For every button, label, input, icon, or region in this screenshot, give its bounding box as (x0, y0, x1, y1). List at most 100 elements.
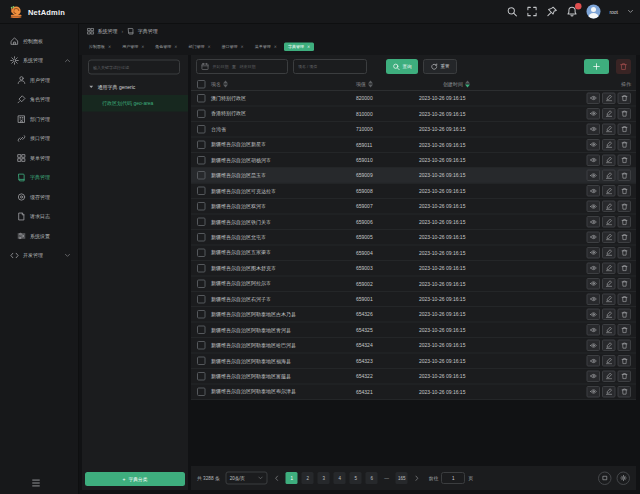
table-settings-button[interactable] (617, 471, 631, 485)
edit-button[interactable] (602, 293, 616, 305)
delete-button[interactable] (618, 154, 632, 166)
caret-down-icon[interactable] (88, 84, 95, 91)
row-checkbox[interactable] (197, 218, 206, 227)
view-button[interactable] (587, 386, 601, 398)
add-dict-category-button[interactable]: +字典分类 (85, 472, 185, 486)
sidebar-item-接口管理[interactable]: 接口管理 (0, 129, 78, 149)
page-ellipsis[interactable]: — (382, 475, 392, 481)
edit-button[interactable] (602, 355, 616, 367)
edit-button[interactable] (602, 108, 616, 120)
row-checkbox[interactable] (197, 202, 206, 211)
tab-菜单管理[interactable]: 菜单管理✕ (251, 42, 281, 51)
row-checkbox[interactable] (197, 156, 206, 165)
row-checkbox[interactable] (197, 187, 206, 196)
name-value-input[interactable] (293, 59, 367, 74)
add-row-button[interactable] (584, 59, 609, 74)
chevron-down-icon[interactable] (627, 8, 634, 15)
tree-node[interactable]: 通用字典 generic (82, 79, 188, 96)
search-icon[interactable] (506, 6, 517, 17)
row-checkbox[interactable] (197, 279, 206, 288)
edit-button[interactable] (602, 324, 616, 336)
breadcrumb-item[interactable]: 系统管理 (87, 27, 118, 35)
edit-button[interactable] (602, 139, 616, 151)
username[interactable]: root (609, 9, 618, 15)
tree-node[interactable]: 行政区划代码 geo-area (82, 95, 188, 112)
page-button-165[interactable]: 165 (396, 472, 408, 484)
edit-button[interactable] (602, 247, 616, 259)
delete-button[interactable] (618, 324, 632, 336)
view-button[interactable] (587, 139, 601, 151)
tab-字典管理[interactable]: 字典管理✕ (284, 42, 314, 51)
view-button[interactable] (587, 92, 601, 104)
view-button[interactable] (587, 324, 601, 336)
view-button[interactable] (587, 293, 601, 305)
bell-icon[interactable] (566, 6, 577, 17)
delete-button[interactable] (618, 231, 632, 243)
delete-button[interactable] (618, 123, 632, 135)
delete-button[interactable] (618, 108, 632, 120)
edit-button[interactable] (602, 185, 616, 197)
col-header-value[interactable]: 项值 (356, 81, 419, 88)
sidebar-item-控制面板[interactable]: 控制面板 (0, 31, 78, 51)
view-button[interactable] (587, 309, 601, 321)
edit-button[interactable] (602, 278, 616, 290)
sidebar-item-部门管理[interactable]: 部门管理 (0, 109, 78, 129)
close-icon[interactable]: ✕ (207, 44, 210, 49)
page-button-4[interactable]: 4 (334, 472, 346, 484)
sidebar-item-用户管理[interactable]: 用户管理 (0, 70, 78, 90)
tab-接口管理[interactable]: 接口管理✕ (218, 42, 248, 51)
view-button[interactable] (587, 170, 601, 182)
row-checkbox[interactable] (197, 295, 206, 304)
row-checkbox[interactable] (197, 140, 206, 149)
sort-icon[interactable] (223, 81, 228, 88)
delete-button[interactable] (618, 355, 632, 367)
close-icon[interactable]: ✕ (307, 44, 310, 49)
edit-button[interactable] (602, 201, 616, 213)
fullscreen-icon[interactable] (526, 6, 537, 17)
close-icon[interactable]: ✕ (274, 44, 277, 49)
row-checkbox[interactable] (197, 372, 206, 381)
delete-button[interactable] (618, 340, 632, 352)
delete-button[interactable] (618, 370, 632, 382)
tree-filter-input[interactable] (88, 60, 180, 75)
delete-button[interactable] (618, 278, 632, 290)
view-button[interactable] (587, 370, 601, 382)
sidebar-item-缓存管理[interactable]: 缓存管理 (0, 187, 78, 207)
row-checkbox[interactable] (197, 171, 206, 180)
tab-用户管理[interactable]: 用户管理✕ (118, 42, 148, 51)
view-button[interactable] (587, 216, 601, 228)
delete-button[interactable] (618, 386, 632, 398)
row-checkbox[interactable] (197, 326, 206, 335)
page-button-3[interactable]: 3 (318, 472, 330, 484)
delete-button[interactable] (618, 170, 632, 182)
close-icon[interactable]: ✕ (174, 44, 177, 49)
view-button[interactable] (587, 262, 601, 274)
view-button[interactable] (587, 355, 601, 367)
view-button[interactable] (587, 247, 601, 259)
date-range-picker[interactable]: 开始日期 至 结束日期 (196, 59, 288, 74)
row-checkbox[interactable] (197, 248, 206, 257)
avatar[interactable] (586, 5, 600, 19)
close-icon[interactable]: ✕ (108, 44, 111, 49)
select-all-checkbox[interactable] (191, 80, 211, 89)
tab-角色管理[interactable]: 角色管理✕ (151, 42, 181, 51)
delete-button[interactable] (618, 216, 632, 228)
delete-button[interactable] (618, 139, 632, 151)
goto-page-input[interactable] (441, 472, 465, 484)
delete-rows-button[interactable] (616, 59, 631, 74)
row-checkbox[interactable] (197, 125, 206, 134)
page-button-1[interactable]: 1 (286, 472, 298, 484)
query-button[interactable]: 查询 (386, 59, 418, 74)
delete-button[interactable] (618, 185, 632, 197)
edit-button[interactable] (602, 262, 616, 274)
sort-icon[interactable] (465, 81, 470, 88)
edit-button[interactable] (602, 154, 616, 166)
sidebar-item-菜单管理[interactable]: 菜单管理 (0, 148, 78, 168)
sidebar-item-请求日志[interactable]: 请求日志 (0, 207, 78, 227)
view-button[interactable] (587, 108, 601, 120)
expand-table-button[interactable] (598, 471, 612, 485)
delete-button[interactable] (618, 247, 632, 259)
close-icon[interactable]: ✕ (141, 44, 144, 49)
breadcrumb-item[interactable]: 字典管理 (127, 27, 158, 35)
sidebar-item-系统设置[interactable]: 系统设置 (0, 226, 78, 246)
